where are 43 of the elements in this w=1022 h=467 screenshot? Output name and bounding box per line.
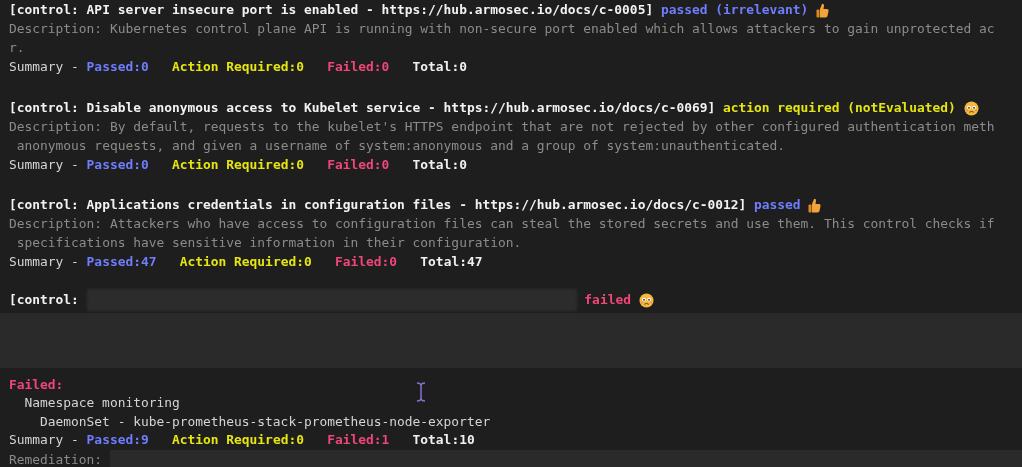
worried-face-icon [963, 100, 979, 116]
thumbs-up-icon [816, 3, 830, 18]
summary-label: Summary - [9, 431, 79, 449]
summary-count: Action Required:0 [179, 253, 312, 271]
description-text: Description: Attackers who have access to configuration files can steal the stored secrets and use them. This control checks if [9, 216, 995, 231]
summary-count: Action Required:0 [172, 431, 304, 449]
summary-count: Action Required:0 [172, 155, 304, 174]
summary-count: Failed:0 [334, 253, 398, 271]
description-text: Description: By default, requests to the kubelet's HTTPS endpoint that are not rejected by other configured authentication meth [9, 118, 995, 134]
summary-label: Summary - [9, 155, 79, 174]
control-header: [control: [9, 290, 79, 309]
summary-count: Passed:47 [86, 253, 157, 271]
summary-count: Total:47 [420, 253, 483, 271]
control-header: [control: Applications credentials in configuration files - https://hub.armosec.io/docs/c-0012] [9, 196, 747, 215]
worried-face-icon [638, 292, 654, 308]
control-status: passed [754, 196, 801, 215]
summary-label: Summary - [9, 253, 79, 271]
summary-count: Passed:0 [86, 155, 149, 174]
description-text: Description: Kubernetes control plane API is running with non-secure port enabled which allows attackers to gain unprotected ac [9, 21, 995, 36]
resource-entry: Namespace monitoring [24, 395, 180, 410]
summary-count: Failed:0 [327, 58, 390, 76]
summary-count: Action Required:0 [172, 58, 304, 76]
description-text: specifications have sensitive information in their configuration. [15, 235, 522, 250]
summary-count: Total:10 [412, 431, 475, 449]
summary-count: Failed:1 [327, 431, 390, 449]
summary-count: Total:0 [412, 155, 467, 174]
description-text: r. [9, 40, 25, 55]
failed-label: Failed: [9, 376, 64, 392]
description-text: anonymous requests, and given a username of system:anonymous and a group of system:unauthenticated. [15, 137, 786, 153]
summary-count: Passed:9 [86, 431, 149, 449]
summary-count: Failed:0 [327, 155, 390, 174]
remediation-label: Remediation: [9, 451, 103, 467]
control-status: failed [584, 290, 631, 309]
control-status: passed (irrelevant) [660, 1, 809, 20]
thumbs-up-icon [808, 198, 822, 213]
summary-count: Passed:0 [86, 58, 149, 76]
summary-count: Total:0 [412, 58, 467, 76]
resource-entry: DaemonSet - kube-prometheus-stack-prometheus-node-exporter [40, 413, 491, 429]
control-header: [control: Disable anonymous access to Kubelet service - https://hub.armosec.io/docs/c-0069] [9, 98, 716, 117]
control-header: [control: API server insecure port is enabled - https://hub.armosec.io/docs/c-0005] [9, 1, 654, 20]
text-cursor-icon [416, 382, 426, 402]
control-status: action required (notEvaluated) [723, 98, 956, 117]
summary-label: Summary - [9, 58, 79, 76]
